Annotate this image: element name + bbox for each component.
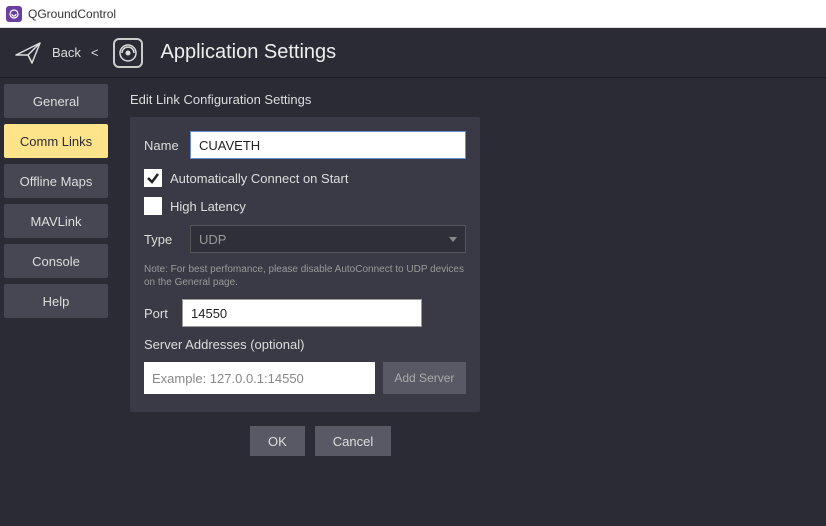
app-icon <box>6 6 22 22</box>
server-addresses-label: Server Addresses (optional) <box>144 337 466 352</box>
type-label: Type <box>144 232 182 247</box>
type-select[interactable]: UDP <box>190 225 466 253</box>
port-label: Port <box>144 306 174 321</box>
name-label: Name <box>144 138 182 153</box>
sidebar-item-help[interactable]: Help <box>4 284 108 318</box>
back-chevron: < <box>91 45 99 60</box>
main-panel: Edit Link Configuration Settings Name Au… <box>112 78 826 526</box>
window-title: QGroundControl <box>28 7 116 21</box>
high-latency-label: High Latency <box>170 199 246 214</box>
server-address-input[interactable] <box>144 362 375 394</box>
add-server-button[interactable]: Add Server <box>383 362 466 394</box>
section-title: Edit Link Configuration Settings <box>130 92 812 107</box>
type-value: UDP <box>199 232 226 247</box>
back-button[interactable]: Back <box>52 45 81 60</box>
auto-connect-checkbox[interactable] <box>144 169 162 187</box>
ok-button[interactable]: OK <box>250 426 305 456</box>
sidebar-item-offline-maps[interactable]: Offline Maps <box>4 164 108 198</box>
header: Back < Application Settings <box>0 28 826 78</box>
window-titlebar: QGroundControl <box>0 0 826 28</box>
auto-connect-label: Automatically Connect on Start <box>170 171 348 186</box>
name-input[interactable] <box>190 131 466 159</box>
sidebar-item-general[interactable]: General <box>4 84 108 118</box>
port-input[interactable] <box>182 299 422 327</box>
sidebar-item-mavlink[interactable]: MAVLink <box>4 204 108 238</box>
page-title: Application Settings <box>161 41 337 64</box>
edit-link-panel: Name Automatically Connect on Start High… <box>130 117 480 412</box>
cancel-button[interactable]: Cancel <box>315 426 391 456</box>
paper-plane-icon[interactable] <box>14 39 42 67</box>
chevron-down-icon <box>449 237 457 242</box>
sidebar: General Comm Links Offline Maps MAVLink … <box>0 78 112 526</box>
high-latency-checkbox[interactable] <box>144 197 162 215</box>
type-note: Note: For best perfomance, please disabl… <box>144 263 466 289</box>
sidebar-item-comm-links[interactable]: Comm Links <box>4 124 108 158</box>
settings-gear-icon[interactable] <box>113 38 143 68</box>
sidebar-item-console[interactable]: Console <box>4 244 108 278</box>
